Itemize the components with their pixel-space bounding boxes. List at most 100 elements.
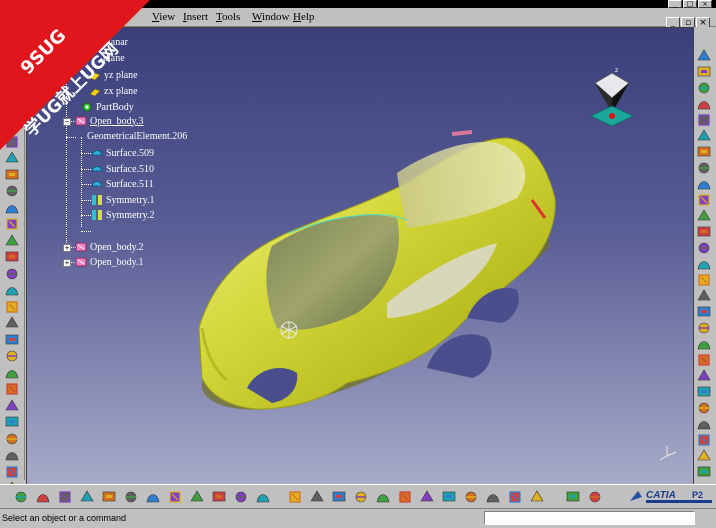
command-input[interactable] [484, 511, 695, 525]
tree-item-xy-plane[interactable]: plane [103, 53, 125, 64]
expand-toggle[interactable]: + [63, 259, 71, 267]
redo-icon[interactable] [188, 488, 206, 504]
tree-item-open-body-2[interactable]: Open_body.2 [75, 241, 144, 253]
thick-surface-icon[interactable] [3, 364, 21, 380]
fillet-icon[interactable] [3, 249, 21, 265]
rotate-icon[interactable] [3, 430, 21, 446]
pan-icon[interactable] [330, 488, 348, 504]
cut-icon[interactable] [100, 488, 118, 504]
tree-item-surface-511[interactable]: Surface.511 [91, 178, 154, 190]
transform-icon[interactable] [695, 447, 713, 463]
sew-surface-icon[interactable] [3, 397, 21, 413]
plane-icon[interactable] [695, 111, 713, 127]
fit-all-icon[interactable] [308, 488, 326, 504]
slot-icon[interactable] [3, 183, 21, 199]
swap-icon[interactable] [506, 488, 524, 504]
groove-icon[interactable] [3, 133, 21, 149]
3d-viewport[interactable]: z planar plane yz plane zx plane PartBod… [26, 27, 694, 485]
sweep-icon[interactable] [695, 255, 713, 271]
collapse-toggle[interactable]: − [63, 118, 71, 126]
split-icon[interactable] [3, 348, 21, 364]
maximize-button[interactable]: □ [683, 0, 697, 8]
mirror-icon[interactable] [3, 463, 21, 479]
fly-icon[interactable] [286, 488, 304, 504]
save-icon[interactable] [56, 488, 74, 504]
material-icon[interactable] [586, 488, 604, 504]
symmetry-icon[interactable] [3, 447, 21, 463]
render-style-icon[interactable] [462, 488, 480, 504]
helix-icon[interactable] [695, 175, 713, 191]
shell-icon[interactable] [3, 298, 21, 314]
extrapolate-icon[interactable] [695, 463, 713, 479]
tree-item-symmetry-1[interactable]: Symmetry.1 [91, 194, 155, 206]
tree-item-open-body-1[interactable]: Open_body.1 [75, 256, 144, 268]
blend-icon[interactable] [695, 303, 713, 319]
shaft-icon[interactable] [3, 117, 21, 133]
menu-help[interactable]: Help [293, 11, 314, 23]
copy-icon[interactable] [122, 488, 140, 504]
disassemble-icon[interactable] [695, 367, 713, 383]
remove-loft-icon[interactable] [3, 232, 21, 248]
pad-icon[interactable] [3, 84, 21, 100]
table-icon[interactable] [232, 488, 250, 504]
tree-item-partbody[interactable]: PartBody [81, 101, 134, 113]
menu-view[interactable]: View [152, 11, 175, 23]
healing-icon[interactable] [695, 335, 713, 351]
zoom-out-icon[interactable] [396, 488, 414, 504]
expand-toggle[interactable]: + [63, 244, 71, 252]
whats-this-icon[interactable] [254, 488, 272, 504]
tree-item-surface-510[interactable]: Surface.510 [91, 163, 154, 175]
select-arrow-icon[interactable] [695, 47, 713, 63]
views-icon[interactable] [440, 488, 458, 504]
tree-item-surface-509[interactable]: Surface.509 [91, 147, 154, 159]
join-icon[interactable] [695, 319, 713, 335]
minimize-button[interactable]: _ [668, 0, 682, 8]
tree-item-open-body-3[interactable]: Open_body.3 [75, 115, 144, 127]
tree-item-yz-plane[interactable]: yz plane [89, 69, 138, 81]
new-icon[interactable] [12, 488, 30, 504]
menu-insert[interactable]: Insert [183, 11, 208, 23]
revolve-icon[interactable] [695, 207, 713, 223]
normal-view-icon[interactable] [418, 488, 436, 504]
thread-icon[interactable] [3, 331, 21, 347]
boundary-icon[interactable] [695, 415, 713, 431]
undo-icon[interactable] [166, 488, 184, 504]
print-icon[interactable] [78, 488, 96, 504]
formula-icon[interactable] [210, 488, 228, 504]
translate-icon[interactable] [3, 414, 21, 430]
stiffener-icon[interactable] [3, 199, 21, 215]
untrim-icon[interactable] [695, 351, 713, 367]
trim-icon[interactable] [695, 399, 713, 415]
chamfer-icon[interactable] [3, 265, 21, 281]
measure-icon[interactable] [564, 488, 582, 504]
menu-window[interactable]: Window [252, 11, 289, 23]
close-button[interactable]: × [698, 0, 712, 8]
tree-item-planar[interactable]: planar [103, 37, 128, 48]
thickness-icon[interactable] [3, 315, 21, 331]
rotate-view-icon[interactable] [352, 488, 370, 504]
tree-item-symmetry-2[interactable]: Symmetry.2 [91, 209, 155, 221]
hide-show-icon[interactable] [484, 488, 502, 504]
loft-icon[interactable] [3, 216, 21, 232]
extract-icon[interactable] [695, 431, 713, 447]
spline-icon[interactable] [695, 159, 713, 175]
pocket-icon[interactable] [3, 100, 21, 116]
sketch-icon[interactable] [3, 67, 21, 83]
tree-item-geometrical-element[interactable]: GeometricalElement.206 [87, 131, 187, 142]
draft-icon[interactable] [3, 282, 21, 298]
snapshot-icon[interactable] [528, 488, 546, 504]
menu-edit[interactable]: Edit [108, 11, 126, 23]
projection-icon[interactable] [695, 127, 713, 143]
close-surface-icon[interactable] [3, 381, 21, 397]
offset-icon[interactable] [695, 239, 713, 255]
menu-tools[interactable]: Tools [216, 11, 240, 23]
zoom-in-icon[interactable] [374, 488, 392, 504]
multi-section-icon[interactable] [695, 287, 713, 303]
tree-item-zx-plane[interactable]: zx plane [89, 85, 138, 97]
open-icon[interactable] [34, 488, 52, 504]
sphere-icon[interactable] [695, 223, 713, 239]
paste-icon[interactable] [144, 488, 162, 504]
fill-icon[interactable] [695, 271, 713, 287]
point-icon[interactable] [695, 79, 713, 95]
split-surface-icon[interactable] [695, 383, 713, 399]
